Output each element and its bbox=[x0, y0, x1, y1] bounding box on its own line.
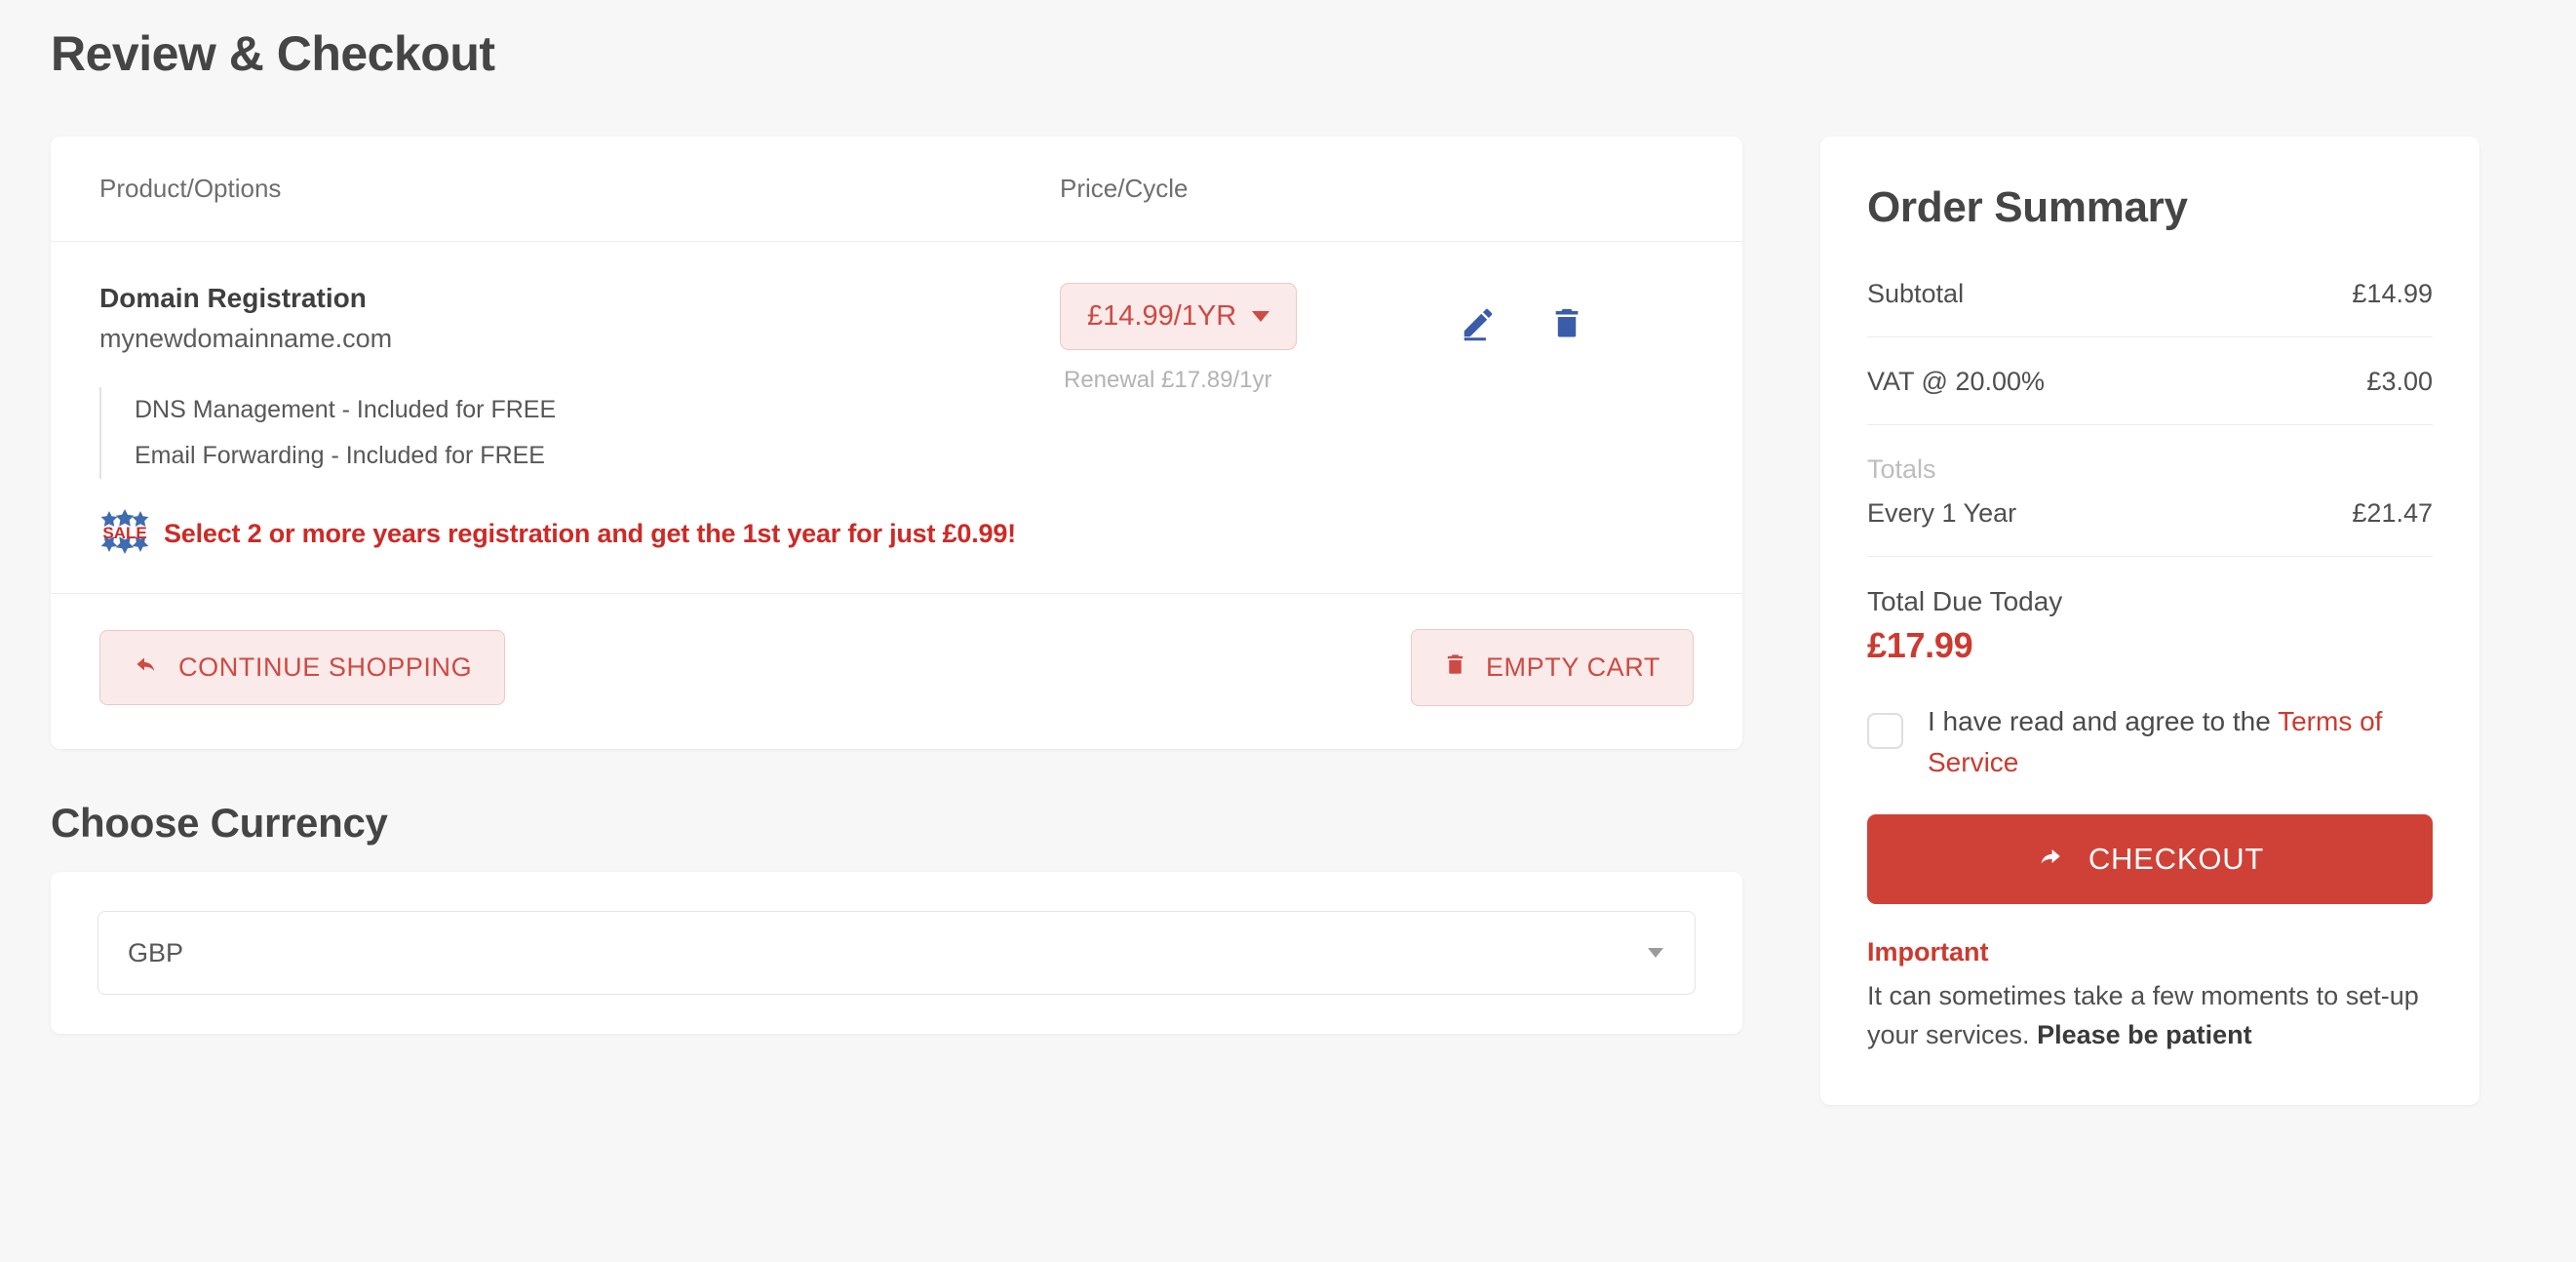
cart-table-header: Product/Options Price/Cycle bbox=[51, 137, 1742, 242]
summary-row-subtotal: Subtotal £14.99 bbox=[1867, 279, 2433, 336]
order-summary-title: Order Summary bbox=[1867, 183, 2188, 231]
sale-badge-icon: SALE bbox=[99, 508, 150, 560]
main-layout: Product/Options Price/Cycle Domain Regis… bbox=[51, 137, 2525, 1106]
price-cell: £14.99/1YR Renewal £17.89/1yr bbox=[1060, 283, 1460, 560]
feature-item: DNS Management - Included for FREE bbox=[135, 396, 557, 423]
recurring-value: £21.47 bbox=[2352, 498, 2433, 528]
vat-value: £3.00 bbox=[2366, 367, 2433, 396]
continue-shopping-button[interactable]: CONTINUE SHOPPING bbox=[99, 630, 506, 705]
divider bbox=[1867, 556, 2433, 557]
subtotal-label: Subtotal bbox=[1867, 279, 1965, 308]
cart-column: Product/Options Price/Cycle Domain Regis… bbox=[51, 137, 1742, 1034]
terms-checkbox[interactable] bbox=[1867, 713, 1903, 749]
cart-footer-actions: CONTINUE SHOPPING EMPTY CART bbox=[51, 594, 1742, 749]
trash-icon[interactable] bbox=[1550, 304, 1583, 341]
divider bbox=[1867, 424, 2433, 425]
cart-item-row: Domain Registration mynewdomainname.com … bbox=[51, 242, 1742, 594]
summary-row-recurring: Every 1 Year £21.47 bbox=[1867, 498, 2433, 556]
continue-shopping-label: CONTINUE SHOPPING bbox=[178, 652, 473, 682]
chevron-down-icon bbox=[1252, 311, 1270, 322]
cart-card: Product/Options Price/Cycle Domain Regis… bbox=[51, 137, 1742, 749]
currency-card: GBP bbox=[51, 872, 1742, 1034]
renewal-price: Renewal £17.89/1yr bbox=[1064, 367, 1272, 393]
feature-item: Email Forwarding - Included for FREE bbox=[135, 442, 545, 469]
back-arrow-icon bbox=[133, 652, 159, 683]
cart-item-actions bbox=[1460, 283, 1694, 560]
vat-label: VAT @ 20.00% bbox=[1867, 367, 2045, 396]
price-cycle-dropdown[interactable]: £14.99/1YR bbox=[1060, 283, 1298, 350]
svg-text:SALE: SALE bbox=[102, 524, 146, 542]
empty-cart-button[interactable]: EMPTY CART bbox=[1410, 629, 1694, 706]
totals-label: Totals bbox=[1867, 454, 1936, 484]
checkout-page: Review & Checkout Product/Options Price/… bbox=[0, 0, 2576, 1262]
page-title: Review & Checkout bbox=[51, 26, 495, 81]
important-emphasis: Please be patient bbox=[2037, 1019, 2252, 1049]
important-text: It can sometimes take a few moments to s… bbox=[1867, 977, 2433, 1054]
terms-agreement-text: I have read and agree to the Terms of Se… bbox=[1928, 701, 2433, 783]
price-cycle-label: £14.99/1YR bbox=[1087, 300, 1237, 332]
summary-row-vat: VAT @ 20.00% £3.00 bbox=[1867, 367, 2433, 424]
important-label: Important bbox=[1867, 937, 1989, 966]
included-features: DNS Management - Included for FREE Email… bbox=[99, 387, 1060, 479]
order-summary-card: Order Summary Subtotal £14.99 VAT @ 20.0… bbox=[1820, 137, 2479, 1106]
total-due-today-amount: £17.99 bbox=[1867, 625, 1973, 665]
chevron-down-icon bbox=[1648, 948, 1663, 958]
header-product-options: Product/Options bbox=[99, 174, 282, 203]
product-name: Domain Registration bbox=[99, 283, 367, 313]
divider bbox=[1867, 336, 2433, 337]
checkout-button[interactable]: CHECKOUT bbox=[1867, 814, 2433, 904]
trash-icon bbox=[1444, 651, 1466, 684]
product-domain: mynewdomainname.com bbox=[99, 324, 393, 353]
recurring-label: Every 1 Year bbox=[1867, 498, 2017, 528]
promo-text: Select 2 or more years registration and … bbox=[164, 519, 1016, 548]
checkout-label: CHECKOUT bbox=[2088, 842, 2265, 876]
currency-selected-value: GBP bbox=[128, 937, 184, 967]
promo-banner: SALE Select 2 or more years registration… bbox=[99, 508, 1060, 560]
subtotal-value: £14.99 bbox=[2352, 279, 2433, 308]
agree-label: I have read and agree to the bbox=[1928, 706, 2279, 736]
pencil-icon[interactable] bbox=[1460, 304, 1497, 341]
choose-currency-title: Choose Currency bbox=[51, 800, 388, 846]
order-summary-column: Order Summary Subtotal £14.99 VAT @ 20.0… bbox=[1820, 137, 2479, 1106]
currency-select[interactable]: GBP bbox=[98, 911, 1696, 995]
empty-cart-label: EMPTY CART bbox=[1485, 652, 1660, 682]
terms-agreement-row: I have read and agree to the Terms of Se… bbox=[1867, 701, 2433, 783]
header-price-cycle: Price/Cycle bbox=[1060, 174, 1189, 203]
total-due-today-label: Total Due Today bbox=[1867, 586, 2063, 616]
arrow-right-icon bbox=[2036, 842, 2065, 877]
cart-item-details: Domain Registration mynewdomainname.com … bbox=[99, 283, 1060, 560]
